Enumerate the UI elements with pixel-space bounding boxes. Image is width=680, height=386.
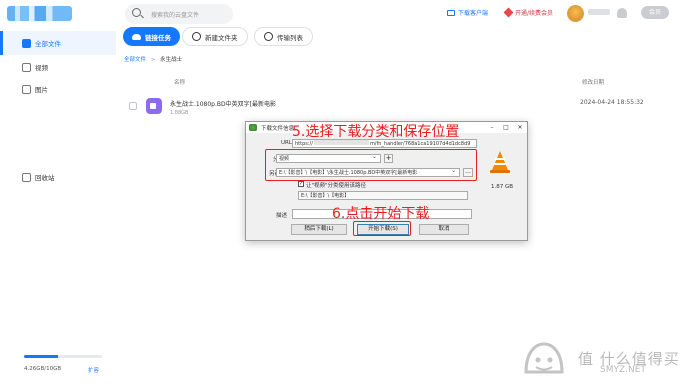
remember-path-checkbox[interactable]: ✓ (298, 181, 304, 187)
download-client-link[interactable]: 下载客户端 (447, 8, 488, 17)
transfer-list-label: 传输列表 (277, 33, 303, 42)
sidebar-item-label: 视频 (35, 64, 48, 72)
watermark-logo (524, 342, 564, 374)
annotation-step-6: 6.点击开始下载 (332, 206, 430, 222)
app-logo[interactable] (7, 6, 72, 21)
sidebar-item-label: 图片 (35, 86, 48, 94)
watermark-subtext: SMYZ.NET (600, 365, 646, 375)
dialog-title: 下载文件信息 (261, 126, 295, 132)
remember-path-label: 让"视频"分类使用该路径 (306, 183, 367, 189)
vip-label: 开通/续费会员 (515, 10, 554, 17)
url-value: https:// (295, 141, 313, 147)
column-header-name[interactable]: 名称 (174, 78, 185, 86)
annotation-box-start-download (353, 221, 411, 236)
sidebar: 全部文件 视频 图片 回收站 (0, 27, 116, 386)
file-icon (22, 38, 31, 48)
search-icon (132, 8, 141, 17)
cancel-button[interactable]: 取消 (419, 224, 469, 235)
link-task-button[interactable]: 链接任务 (123, 27, 180, 46)
member-badge[interactable]: 会员 (641, 6, 669, 19)
annotation-step-5: 5.选择下载分类和保存位置 (292, 124, 460, 140)
new-folder-button[interactable]: 新建文件夹 (182, 27, 248, 46)
url-value-tail: m/fn_handler/768a1ca19107d4d1dc8d9 (369, 141, 471, 147)
video-icon (22, 62, 31, 72)
file-size: 1.88GB (170, 110, 189, 116)
top-bar: 搜索我的云盘文件 下载客户端 开通/续费会员 会员 (0, 0, 680, 27)
sidebar-item-images[interactable]: 图片 (0, 77, 116, 101)
user-name-blurred[interactable] (588, 9, 610, 15)
breadcrumb-root[interactable]: 全部文件 (124, 57, 146, 63)
annotation-box-category-saveas (265, 149, 477, 181)
file-date: 2024-04-24 18:55:32 (580, 99, 644, 106)
row-checkbox[interactable] (129, 102, 137, 110)
column-header-date[interactable]: 修改日期 (582, 78, 604, 86)
download-later-button[interactable]: 稍后下载(L) (291, 224, 347, 235)
transfer-icon (264, 32, 273, 41)
cloud-icon (132, 33, 141, 40)
sidebar-item-label: 回收站 (35, 174, 55, 182)
storage-progress (24, 355, 102, 358)
default-path-field[interactable]: E:\【影音】\【电影】 (298, 191, 468, 200)
sidebar-item-recycle-bin[interactable]: 回收站 (0, 165, 116, 189)
link-task-label: 链接任务 (145, 33, 171, 42)
breadcrumb: 全部文件 > 永生战士 (124, 55, 182, 63)
plus-icon (192, 32, 201, 41)
description-label: 描述 (276, 213, 288, 219)
new-folder-label: 新建文件夹 (205, 33, 238, 42)
breadcrumb-separator: > (150, 57, 156, 63)
trash-icon (22, 172, 31, 182)
vlc-cone-icon (490, 151, 510, 173)
transfer-list-button[interactable]: 传输列表 (254, 27, 313, 46)
expand-storage-link[interactable]: 扩容 (88, 366, 99, 374)
file-name[interactable]: 永生战士.1080p.BD中英双字[最新电影 (170, 99, 276, 108)
maximize-button[interactable]: □ (500, 123, 512, 132)
video-file-icon (146, 98, 162, 114)
sidebar-item-label: 全部文件 (35, 40, 61, 48)
table-row[interactable]: 永生战士.1080p.BD中英双字[最新电影 1.88GB 2024-04-24… (120, 92, 680, 122)
storage-usage-text: 4.26GB/10GB (24, 366, 62, 372)
sidebar-item-video[interactable]: 视频 (0, 55, 116, 79)
sidebar-item-all-files[interactable]: 全部文件 (0, 31, 116, 55)
breadcrumb-current: 永生战士 (160, 57, 183, 63)
monitor-icon (447, 9, 455, 16)
minimize-button[interactable]: – (486, 123, 498, 132)
vip-link[interactable]: 开通/续费会员 (503, 7, 554, 18)
download-client-label: 下载客户端 (458, 10, 489, 17)
idm-app-icon (249, 124, 257, 131)
search-input[interactable]: 搜索我的云盘文件 (151, 10, 199, 19)
url-label: URL (281, 140, 292, 146)
diamond-icon (503, 7, 514, 18)
download-file-size: 1.87 GB (491, 184, 514, 190)
search-box[interactable]: 搜索我的云盘文件 (125, 4, 233, 24)
image-icon (22, 84, 31, 94)
bell-icon[interactable] (617, 8, 627, 18)
close-icon[interactable]: ✕ (514, 123, 526, 132)
avatar[interactable] (567, 5, 584, 22)
storage-progress-fill (24, 355, 58, 358)
